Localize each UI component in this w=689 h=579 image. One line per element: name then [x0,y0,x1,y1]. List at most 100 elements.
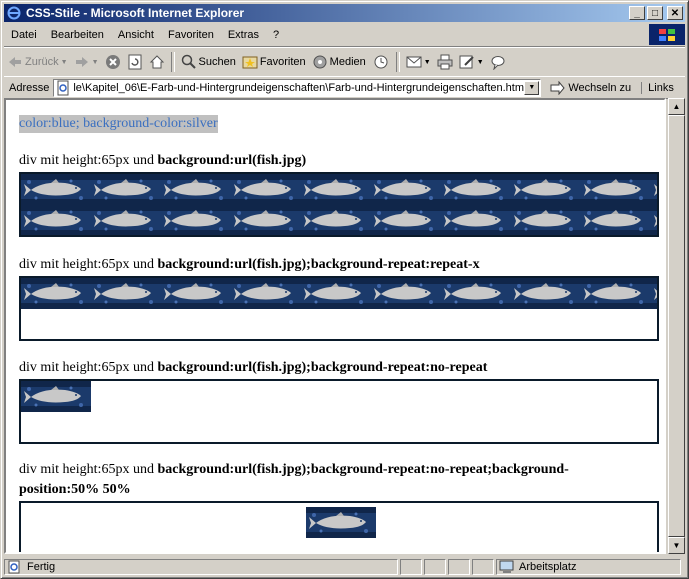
go-button[interactable]: Wechseln zu [549,80,632,95]
address-dropdown-button[interactable]: ▼ [524,80,540,95]
vertical-scrollbar[interactable]: ▲ ▼ [668,98,685,554]
menu-ansicht[interactable]: Ansicht [111,29,161,41]
media-icon [313,55,327,69]
fish-image [581,278,651,309]
styled-text-sample: color:blue; background-color:silver [19,115,218,133]
fish-image [441,278,511,309]
demo-box-repeat-x [19,276,659,341]
menu-extras[interactable]: Extras [221,29,266,41]
edit-dropdown-icon[interactable]: ▼ [477,59,484,66]
windows-logo-icon [649,24,685,45]
refresh-icon [128,54,141,70]
title-bar[interactable]: CSS-Stile - Microsoft Internet Explorer … [4,4,685,22]
fish-image [651,205,659,236]
fish-image [301,278,371,309]
messenger-button[interactable] [487,51,509,73]
forward-button[interactable]: ▼ [71,51,102,73]
caption-prefix: div mit height:65px und [19,257,154,272]
caption-prefix: div mit height:65px und [19,462,154,477]
forward-dropdown-icon[interactable]: ▼ [92,59,99,66]
caption-4-continued: position:50% 50% [19,482,131,498]
status-panel-extra [448,558,470,575]
status-panel-progress [400,558,422,575]
mail-dropdown-icon[interactable]: ▼ [424,59,431,66]
close-icon: ✕ [670,7,680,19]
demo-box-repeat [19,172,659,237]
fish-image [371,174,441,205]
edit-icon [459,55,474,69]
fish-image [371,278,441,309]
browser-window: CSS-Stile - Microsoft Internet Explorer … [0,0,689,579]
status-panel-extra [472,558,494,575]
address-bar: Adresse le\Kapitel_06\E-Farb-und-Hinterg… [4,76,685,99]
fish-image [231,205,301,236]
maximize-button[interactable]: □ [647,6,663,20]
css-rule: background:url(fish.jpg);background-repe… [157,360,488,375]
home-button[interactable] [146,51,168,73]
menu-help[interactable]: ? [266,29,286,41]
back-label: Zurück [25,56,59,68]
printer-icon [437,54,453,70]
fish-row [21,278,659,309]
links-button[interactable]: Links [641,81,674,94]
toolbar-separator [395,52,400,72]
fish-image [21,381,91,412]
fish-row [306,507,376,538]
scroll-up-button[interactable]: ▲ [668,98,685,115]
favorites-star-icon [242,56,258,69]
maximize-icon: □ [651,7,659,19]
messenger-icon [491,56,505,70]
fish-image [651,278,659,309]
status-text: Fertig [27,560,56,573]
go-label: Wechseln zu [568,81,632,94]
scroll-thumb[interactable] [668,115,685,537]
status-panel-lock [424,558,446,575]
history-button[interactable] [369,51,393,73]
search-button[interactable]: Suchen [178,51,239,73]
menu-bar: Datei Bearbeiten Ansicht Favoriten Extra… [4,24,685,47]
css-rule: background:url(fish.jpg) [157,153,307,168]
back-button[interactable]: Zurück ▼ [4,51,71,73]
menu-datei[interactable]: Datei [4,29,44,41]
fish-image [651,174,659,205]
fish-row [21,205,659,236]
page-viewport[interactable]: color:blue; background-color:silver div … [4,98,666,554]
fish-image [511,174,581,205]
demo-box-centered [19,501,659,552]
mail-button[interactable]: ▼ [403,51,434,73]
stop-icon [105,55,120,69]
caption-4: div mit height:65px und background:url(f… [19,462,569,478]
address-field[interactable]: le\Kapitel_06\E-Farb-und-Hintergrundeige… [53,78,542,97]
edit-button[interactable]: ▼ [456,51,487,73]
menu-favoriten[interactable]: Favoriten [161,29,221,41]
back-arrow-icon [9,57,21,67]
media-button[interactable]: Medien [309,51,369,73]
fish-image [511,278,581,309]
scroll-down-button[interactable]: ▼ [668,537,685,554]
menu-bearbeiten[interactable]: Bearbeiten [44,29,111,41]
status-bar: Fertig Arbeitsplatz [4,557,685,576]
stop-button[interactable] [102,51,124,73]
fish-row [21,381,91,412]
back-dropdown-icon[interactable]: ▼ [61,59,68,66]
close-button[interactable]: ✕ [667,6,683,20]
refresh-button[interactable] [124,51,146,73]
chevron-down-icon: ▼ [528,84,536,91]
caption-2: div mit height:65px und background:url(f… [19,257,480,273]
fish-image [511,205,581,236]
print-button[interactable] [434,51,456,73]
fish-image [231,278,301,309]
favorites-button[interactable]: Favoriten [239,51,309,73]
minimize-icon: _ [634,7,640,19]
fish-image [91,174,161,205]
fish-image [21,278,91,309]
arrow-down-icon: ▼ [672,541,681,550]
fish-image [441,174,511,205]
minimize-button[interactable]: _ [629,6,645,20]
arrow-up-icon: ▲ [672,102,681,111]
forward-arrow-icon [75,57,88,67]
caption-prefix: div mit height:65px und [19,360,154,375]
mail-icon [406,56,422,68]
caption-3: div mit height:65px und background:url(f… [19,360,487,376]
favorites-label: Favoriten [259,56,306,68]
